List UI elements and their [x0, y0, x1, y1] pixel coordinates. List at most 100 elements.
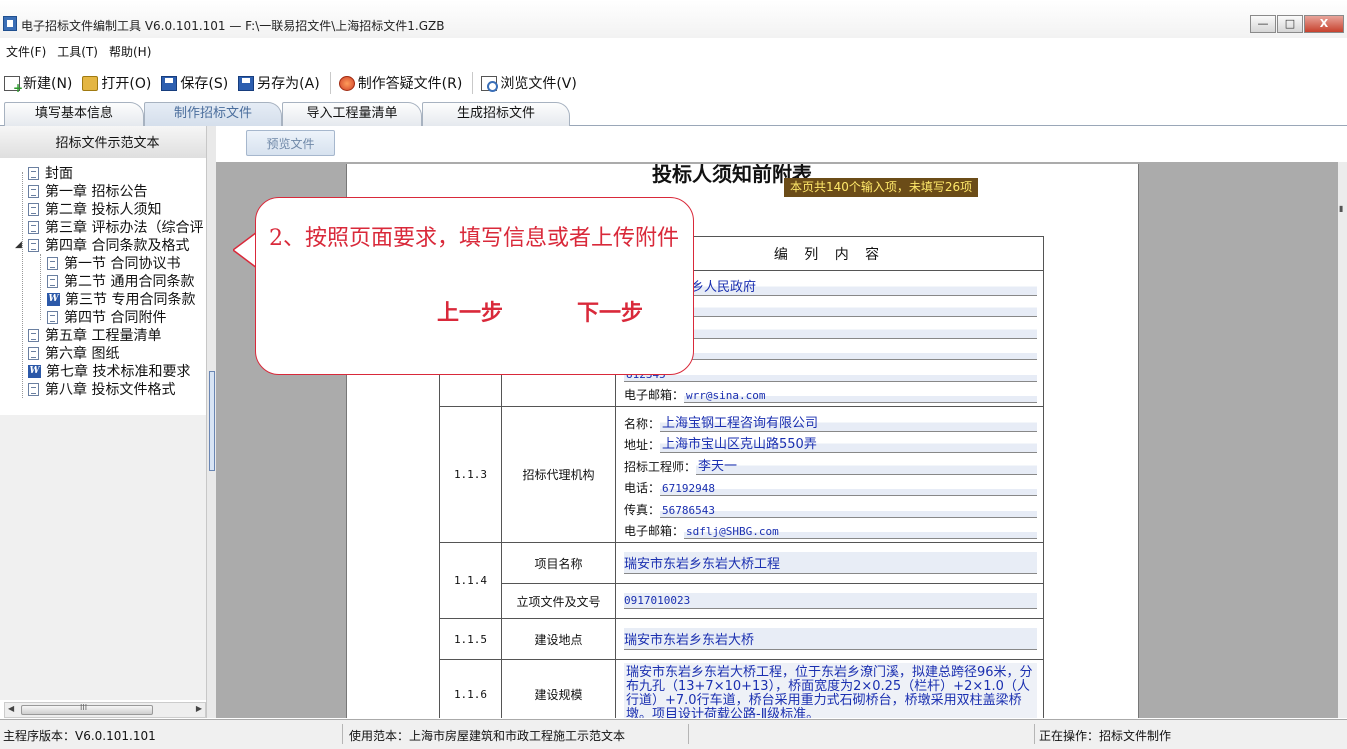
save-as-button-label: 另存为(A) [257, 76, 320, 92]
save-as-button[interactable]: 另存为(A) [238, 73, 320, 93]
construction-scale-field[interactable]: 瑞安市东岩乡东岩大桥工程，位于东岩乡潦门溪，拟建总跨径96米，分布九孔（13+7… [624, 663, 1037, 718]
tree-item-cover[interactable]: 封面 [28, 164, 73, 182]
tree-item-section-4[interactable]: 第四节 合同附件 [47, 308, 166, 326]
close-button[interactable]: X [1304, 15, 1344, 33]
table-row: 1.1.4 项目名称 瑞安市东岩乡东岩大桥工程 [439, 542, 1044, 619]
table-row: 1.1.6 建设规模 瑞安市东岩乡东岩大桥工程，位于东岩乡潦门溪，拟建总跨径96… [439, 659, 1044, 718]
tree-item-chapter-2[interactable]: 第二章 投标人须知 [28, 200, 161, 218]
agency-name-field[interactable]: 上海宝钢工程咨询有限公司 [660, 411, 1037, 432]
row-number-cell: 1.1.4 [439, 542, 502, 619]
status-separator [688, 724, 689, 744]
tree-item-section-3[interactable]: W 第三节 专用合同条款 [47, 290, 195, 308]
viewer-right-strip[interactable]: ▮ [1338, 162, 1347, 718]
minimize-button[interactable]: — [1250, 15, 1276, 33]
scroll-left-icon[interactable]: ◀ [8, 704, 14, 713]
agency-fax-field[interactable]: 56786543 [660, 503, 1037, 518]
project-name-field[interactable]: 瑞安市东岩乡东岩大桥工程 [624, 552, 1037, 574]
agency-info-cell: 名称： 上海宝钢工程咨询有限公司 地址： 上海市宝山区克山路550弄 招标工程师：李… [615, 406, 1044, 543]
app-icon [3, 16, 17, 31]
toolbar-separator [472, 72, 474, 94]
menu-help[interactable]: 帮助(H) [109, 43, 151, 60]
tree-item-chapter-5[interactable]: 第五章 工程量清单 [28, 326, 161, 344]
save-icon [161, 75, 178, 91]
preview-file-button[interactable]: 预览文件 [246, 130, 335, 156]
menu-bar: 文件(F) 工具(T) 帮助(H) [0, 40, 1347, 62]
tree-item-chapter-1[interactable]: 第一章 招标公告 [28, 182, 147, 200]
row-number-cell: 1.1.6 [439, 659, 502, 718]
tree-item-chapter-7[interactable]: W 第七章 技术标准和要求 [28, 362, 190, 380]
folder-icon [82, 75, 99, 91]
save-button-label: 保存(S) [180, 76, 229, 92]
agency-email-field[interactable]: sdflj@SHBG.com [684, 525, 1037, 539]
scale-cell: 瑞安市东岩乡东岩大桥工程，位于东岩乡潦门溪，拟建总跨径96米，分布九孔（13+7… [615, 659, 1044, 718]
tree-item-chapter-3[interactable]: 第三章 评标办法（综合评 [28, 218, 206, 236]
tab-strip: 填写基本信息 制作招标文件 导入工程量清单 生成招标文件 [0, 100, 1347, 126]
approval-doc-cell: 0917010023 [615, 583, 1044, 619]
agency-address-line: 地址： 上海市宝山区克山路550弄 [624, 432, 1037, 453]
scrollbar-thumb[interactable]: III [21, 703, 153, 715]
status-separator [1034, 724, 1035, 744]
construction-site-field[interactable]: 瑞安市东岩乡东岩大桥 [624, 628, 1037, 650]
word-document-icon: W [47, 292, 60, 306]
tree-item-chapter-4[interactable]: 第四章 合同条款及格式 [28, 236, 189, 254]
save-button[interactable]: 保存(S) [161, 73, 228, 93]
menu-tools[interactable]: 工具(T) [57, 43, 98, 60]
tab-generate-tender-doc[interactable]: 生成招标文件 [422, 102, 570, 126]
tab-basic-info[interactable]: 填写基本信息 [4, 102, 144, 126]
agency-phone-field[interactable]: 67192948 [660, 482, 1037, 496]
status-operation: 正在操作：招标文件制作 [1039, 729, 1172, 743]
new-button[interactable]: 新建(N) [4, 73, 72, 95]
title-bar: 电子招标文件编制工具 V6.0.101.101 — F:\一联易招文件\上海招标… [0, 0, 1347, 38]
browse-button[interactable]: 浏览文件(V) [481, 73, 577, 93]
agency-phone-line: 电话： 67192948 [624, 475, 1037, 496]
document-icon [28, 238, 39, 252]
tree-item-section-1[interactable]: 第一节 合同协议书 [47, 254, 180, 272]
tenderer-fax-field[interactable]: 812345 [624, 367, 1037, 382]
previous-step-button[interactable]: 上一步 [437, 295, 503, 327]
tree-line [22, 172, 23, 398]
tree-item-section-2[interactable]: 第二节 通用合同条款 [47, 272, 194, 290]
toolbar: 新建(N) 打开(O) 保存(S) 另存为(A) 制作答疑文件(R) 浏览文件(… [0, 68, 1347, 98]
tree-line [40, 254, 41, 320]
site-cell: 瑞安市东岩乡东岩大桥 [615, 618, 1044, 660]
tree-item-chapter-6[interactable]: 第六章 图纸 [28, 344, 119, 362]
approval-doc-field[interactable]: 0917010023 [624, 593, 1037, 609]
row-item-cell: 建设地点 [501, 618, 616, 660]
row-item-cell: 立项文件及文号 [501, 583, 616, 619]
window-controls: — □ X [1249, 15, 1344, 33]
panel-splitter[interactable] [206, 126, 216, 718]
menu-file[interactable]: 文件(F) [6, 43, 46, 60]
status-separator [342, 724, 343, 744]
row-item-cell: 招标代理机构 [501, 406, 616, 543]
tab-import-bill[interactable]: 导入工程量清单 [282, 102, 422, 126]
row-number-cell: 1.1.5 [439, 618, 502, 660]
document-icon [28, 166, 39, 180]
browse-button-label: 浏览文件(V) [500, 76, 577, 92]
tree-item-chapter-8[interactable]: 第八章 投标文件格式 [28, 380, 175, 398]
document-icon [28, 382, 39, 396]
tenderer-email-field[interactable]: wrr@sina.com [684, 389, 1037, 403]
tree-horizontal-scrollbar[interactable]: ◀ III ▶ [4, 702, 206, 718]
collapse-arrow-icon[interactable]: ◢ [15, 240, 22, 250]
row-number-cell: 1.1.3 [439, 406, 502, 543]
status-template: 使用范本：上海市房屋建筑和市政工程施工示范文本 [349, 729, 626, 743]
splitter-grip[interactable] [209, 371, 215, 471]
open-button-label: 打开(O) [101, 76, 152, 92]
agency-name-line: 名称： 上海宝钢工程咨询有限公司 [624, 410, 1037, 432]
project-name-cell: 瑞安市东岩乡东岩大桥工程 [615, 542, 1044, 584]
status-bar: 主程序版本：V6.0.101.101 使用范本：上海市房屋建筑和市政工程施工示范… [0, 719, 1347, 749]
make-qa-button[interactable]: 制作答疑文件(R) [338, 73, 462, 93]
agency-engineer-line: 招标工程师： 李天一 [624, 453, 1037, 475]
scroll-right-icon[interactable]: ▶ [196, 704, 202, 713]
open-button[interactable]: 打开(O) [82, 73, 151, 93]
document-icon [28, 202, 39, 216]
next-step-button[interactable]: 下一步 [577, 295, 643, 327]
toolbar-separator [329, 72, 331, 94]
tab-make-tender-doc[interactable]: 制作招标文件 [144, 102, 282, 126]
maximize-button[interactable]: □ [1277, 15, 1303, 33]
status-version: 主程序版本：V6.0.101.101 [3, 729, 156, 743]
qa-file-icon [338, 75, 355, 91]
agency-address-field[interactable]: 上海市宝山区克山路550弄 [660, 433, 1037, 453]
agency-engineer-field[interactable]: 李天一 [696, 454, 1037, 475]
table-row: 1.1.5 建设地点 瑞安市东岩乡东岩大桥 [439, 618, 1044, 660]
